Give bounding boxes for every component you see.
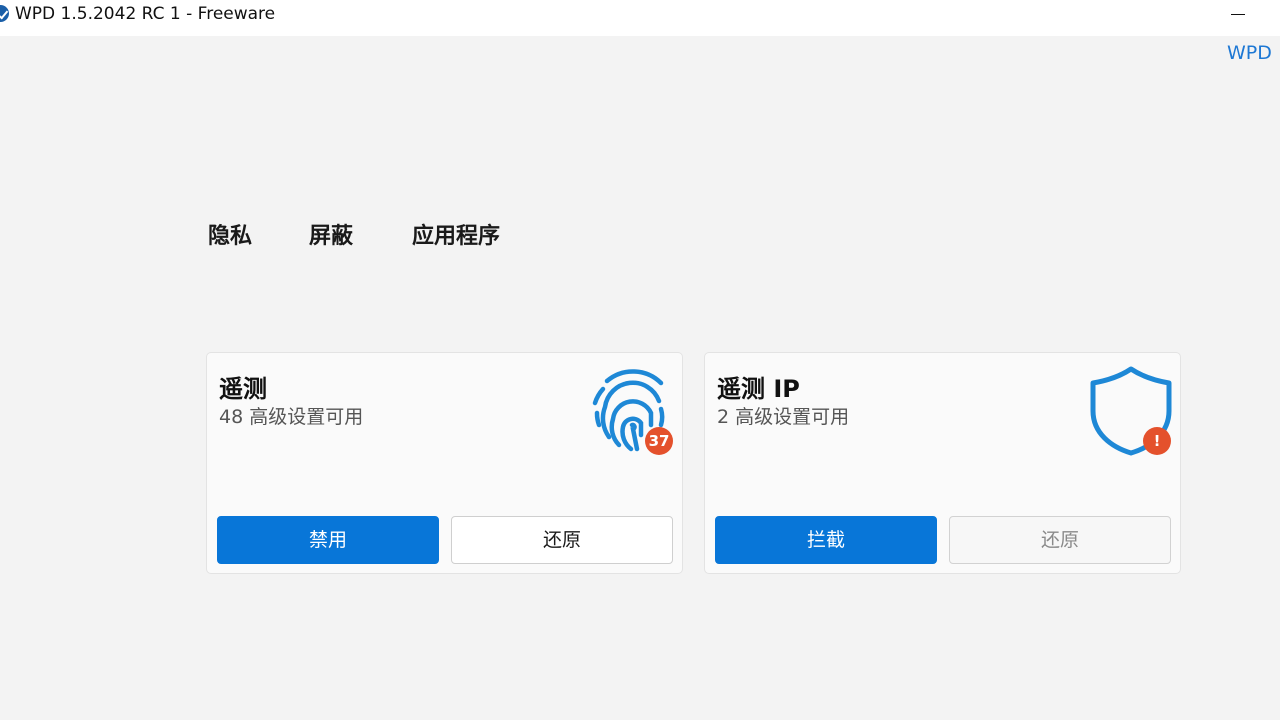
card-title: 遥测 (219, 375, 267, 403)
app-logo-icon (0, 5, 9, 22)
count-badge: 37 (645, 427, 673, 455)
telemetry-ip-card: 遥测 IP 2 高级设置可用 ! 拦截 还原 (704, 352, 1181, 574)
tab-blocker[interactable]: 屏蔽 (309, 218, 353, 250)
disable-button[interactable]: 禁用 (217, 516, 439, 564)
card-title: 遥测 IP (717, 375, 800, 403)
minimize-button[interactable] (1222, 0, 1254, 30)
restore-button: 还原 (949, 516, 1171, 564)
block-button[interactable]: 拦截 (715, 516, 937, 564)
restore-button[interactable]: 还原 (451, 516, 673, 564)
card-subtitle: 48 高级设置可用 (219, 406, 364, 428)
wpd-link[interactable]: WPD (1227, 42, 1272, 64)
card-subtitle: 2 高级设置可用 (717, 406, 850, 428)
window-title: WPD 1.5.2042 RC 1 - Freeware (15, 4, 276, 24)
title-bar: WPD 1.5.2042 RC 1 - Freeware (0, 0, 1280, 36)
telemetry-card: 遥测 48 高级设置可用 37 禁用 还原 (206, 352, 683, 574)
tab-apps[interactable]: 应用程序 (412, 218, 500, 250)
warning-badge: ! (1143, 427, 1171, 455)
tab-privacy[interactable]: 隐私 (208, 218, 252, 250)
